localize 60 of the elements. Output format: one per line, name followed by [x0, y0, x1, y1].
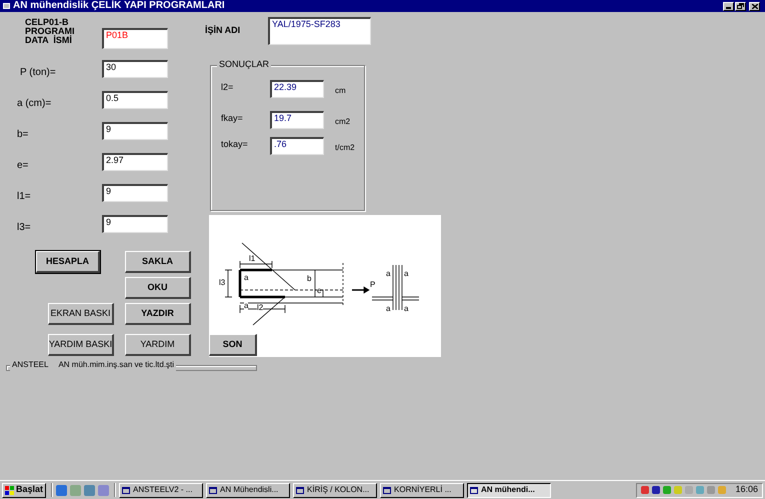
input-field[interactable]: 9 — [102, 184, 168, 202]
status-text: AN müh.mim.inş.san ve tic.ltd.şti — [58, 359, 174, 371]
input-field[interactable]: 0.5 — [102, 91, 168, 109]
result-label: fkay= — [221, 112, 243, 125]
taskbar-button[interactable]: AN mühendi... — [467, 482, 552, 498]
input-field[interactable]: 9 — [102, 122, 168, 140]
input-label: e= — [17, 159, 28, 173]
result-label: tokay= — [221, 138, 248, 151]
windows-logo-icon — [5, 486, 14, 494]
unit-label: t/cm2 — [335, 142, 355, 154]
dimension-label: a — [404, 305, 408, 313]
input-label: l3= — [17, 221, 31, 235]
input-label: a (cm)= — [17, 97, 52, 111]
input-label: P (ton)= — [20, 66, 56, 80]
input-label: l1= — [17, 190, 31, 204]
input-label: b= — [17, 128, 28, 142]
input-field[interactable]: 30 — [102, 60, 168, 78]
close-button[interactable] — [749, 2, 760, 10]
result-field: .76 — [270, 137, 324, 155]
dimension-label: l3 — [219, 279, 226, 287]
input-field[interactable]: 2.97 — [102, 153, 168, 171]
dimension-label: e — [317, 287, 322, 295]
input-field[interactable]: 9 — [102, 215, 168, 233]
dimension-label: P — [370, 281, 376, 289]
form-button[interactable]: OKU — [125, 277, 191, 299]
status-title: ANSTEEL — [12, 359, 48, 371]
form-button[interactable]: SON — [209, 334, 257, 356]
dimension-label: a — [244, 302, 248, 310]
taskbar-button[interactable]: KORNİYERLİ ... — [380, 482, 464, 498]
form-button[interactable]: YARDIM BASKI — [48, 334, 114, 356]
data-name-field[interactable]: P01B — [102, 28, 168, 49]
taskbar-button[interactable]: ANSTEELV2 - ... — [119, 482, 204, 498]
dimension-label: l1 — [249, 255, 256, 263]
restore-button[interactable] — [735, 2, 746, 10]
result-field: 19.7 — [270, 111, 324, 129]
minimize-button[interactable] — [723, 2, 734, 10]
dimension-label: a — [386, 305, 390, 313]
taskbar-button[interactable]: KİRİŞ / KOLON... — [293, 482, 378, 498]
result-label: l2= — [221, 81, 234, 94]
form-button[interactable]: YAZDIR — [125, 303, 191, 325]
form-button[interactable]: SAKLA — [125, 251, 191, 273]
dimension-label: a — [244, 274, 248, 282]
dimension-label: a — [404, 270, 408, 278]
clock: 16:06 — [735, 483, 758, 496]
taskbar-button[interactable]: AN Mühendisli... — [206, 482, 290, 498]
group-title: SONUÇLAR — [217, 58, 272, 72]
form-button[interactable]: YARDIM — [125, 334, 191, 356]
unit-label: cm — [335, 85, 346, 97]
job-name-label: İŞİN ADI — [205, 24, 240, 37]
dimension-label: l2 — [257, 304, 264, 312]
start-button[interactable]: Başlat — [2, 482, 46, 498]
result-field: 22.39 — [270, 80, 324, 98]
form-button[interactable]: EKRAN BASKI — [48, 303, 114, 325]
app-icon — [3, 3, 10, 9]
job-name-field[interactable]: YAL/1975-SF283 — [268, 17, 371, 45]
form-button[interactable]: HESAPLA — [36, 251, 100, 273]
program-label: CELP01-B PROGRAMI DATA İSMİ — [25, 18, 74, 45]
dimension-label: b — [307, 275, 312, 283]
dimension-label: a — [386, 270, 390, 278]
unit-label: cm2 — [335, 116, 350, 128]
